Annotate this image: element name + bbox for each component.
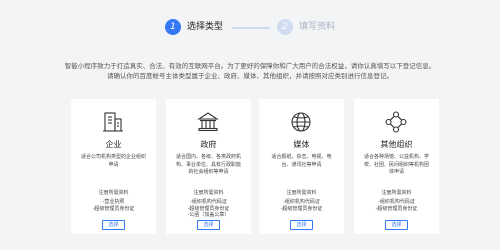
stepper: 1 选择类型 2 填写资料 <box>0 15 500 39</box>
intro-line-2: 请确认你的百度帐号主体类型属于企业、政府、媒体、其他组织，并请按照对应类别进行信… <box>107 72 393 80</box>
card-description: 适合公司机构类型的企业组织申请 <box>80 154 146 168</box>
media-icon <box>289 110 313 134</box>
intro-text: 智能小程序致力于打造真实、合法、有效的互联网平台。为了更好的保障你和广大用户的合… <box>0 61 500 81</box>
building-icon <box>101 110 125 134</box>
step-2-label: 填写资料 <box>299 22 336 32</box>
card-description: 适合报纸、杂志、电视、电台、通讯社等申请 <box>271 154 332 168</box>
card-docs-list: -营业执照 -超级管理员身份证 <box>71 199 156 212</box>
government-icon <box>196 110 220 134</box>
card-title: 政府 <box>200 140 217 149</box>
step-1-number: 1 <box>165 19 181 35</box>
step-connector <box>232 27 270 29</box>
select-enterprise-button[interactable]: 选择 <box>102 220 125 230</box>
select-other-organization-button[interactable]: 选择 <box>385 220 408 230</box>
card-docs-title: 注册所需资料 <box>98 190 129 196</box>
card-government: 政府 适合国内、各级、各类政府机构、事业单位、具有行政职能的社会组织等申请 注册… <box>166 99 251 234</box>
select-media-button[interactable]: 选择 <box>290 220 313 230</box>
card-docs-title: 注册所需资料 <box>193 190 224 196</box>
card-docs-list: -组织机构代码证 -超级管理员身份证 <box>259 199 344 212</box>
card-title: 媒体 <box>293 140 310 149</box>
card-media: 媒体 适合报纸、杂志、电视、电台、通讯社等申请 注册所需资料 -组织机构代码证 … <box>259 99 344 234</box>
card-doc-item: -公函（加盖公章） <box>187 212 230 218</box>
select-government-button[interactable]: 选择 <box>197 220 220 230</box>
card-description: 适合国内、各级、各类政府机构、事业单位、具有行政职能的社会组织等申请 <box>175 154 241 175</box>
card-description: 适合各种场馆、公益机构、学校、社团、民间组织等机构团体申请 <box>363 154 429 175</box>
step-1-label: 选择类型 <box>187 22 224 32</box>
card-enterprise: 企业 适合公司机构类型的企业组织申请 注册所需资料 -营业执照 -超级管理员身份… <box>71 99 156 234</box>
card-title: 企业 <box>105 140 122 149</box>
card-doc-item: -超级管理员身份证 <box>92 205 135 212</box>
intro-line-1: 智能小程序致力于打造真实、合法、有效的互联网平台。为了更好的保障你和广大用户的合… <box>64 62 436 70</box>
organization-icon <box>384 110 408 134</box>
step-2-number: 2 <box>277 19 293 35</box>
card-doc-item: -超级管理员身份证 <box>280 205 323 212</box>
card-other-organization: 其他组织 适合各种场馆、公益机构、学校、社团、民间组织等机构团体申请 注册所需资… <box>354 99 439 234</box>
card-docs-title: 注册所需资料 <box>381 190 412 196</box>
card-docs-list: -组织机构代码证 -超级管理员身份证 -公函（加盖公章） <box>166 199 251 219</box>
card-doc-item: -超级管理员身份证 <box>375 205 418 212</box>
card-docs-title: 注册所需资料 <box>286 190 317 196</box>
entity-type-cards: 企业 适合公司机构类型的企业组织申请 注册所需资料 -营业执照 -超级管理员身份… <box>71 99 441 234</box>
card-title: 其他组织 <box>380 140 413 149</box>
card-docs-list: -组织机构代码证 -超级管理员身份证 <box>354 199 439 212</box>
